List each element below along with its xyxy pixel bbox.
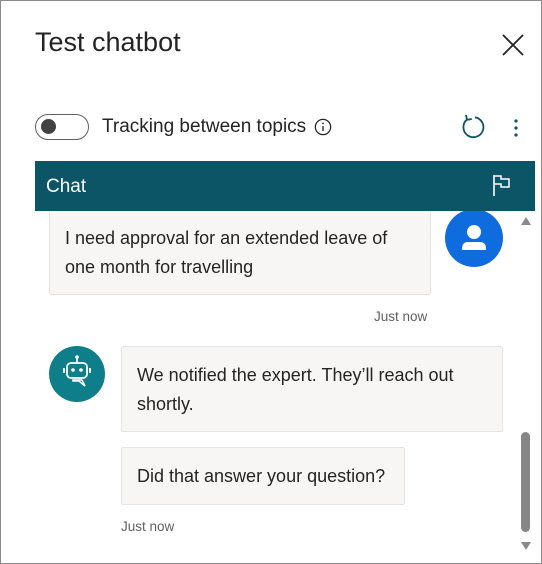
message-text: one month for travelling <box>65 257 254 277</box>
info-icon[interactable] <box>314 118 332 136</box>
user-avatar-icon <box>445 211 503 267</box>
bot-message-bubble: We notified the expert. They’ll reach ou… <box>121 346 503 432</box>
more-options-icon[interactable] <box>506 115 526 141</box>
flag-icon[interactable] <box>490 173 514 197</box>
chat-title: Chat <box>46 176 87 197</box>
message-text: We notified the expert. They’ll reach ou… <box>137 365 454 385</box>
tracking-toggle[interactable] <box>35 114 89 140</box>
scroll-down-arrow[interactable] <box>521 542 531 550</box>
user-message-bubble: I need approval for an extended leave of… <box>49 211 431 295</box>
panel-title: Test chatbot <box>35 27 181 57</box>
message-text: Did that answer your question? <box>137 466 386 486</box>
timestamp: Just now <box>374 309 428 324</box>
chat-header: Chat <box>35 161 535 211</box>
toggle-knob <box>41 119 56 134</box>
bot-avatar-icon <box>49 346 105 402</box>
message-text: shortly. <box>137 394 194 414</box>
message-text: I need approval for an extended leave of <box>65 228 388 248</box>
tracking-row: Tracking between topics <box>35 112 332 142</box>
scroll-thumb[interactable] <box>521 432 530 532</box>
test-chatbot-panel: Test chatbot Tracking between topics Cha… <box>0 0 542 564</box>
chat-scrollbar[interactable] <box>517 211 535 563</box>
tracking-label: Tracking between topics <box>102 116 307 137</box>
refresh-icon[interactable] <box>460 113 486 141</box>
bot-message-bubble: Did that answer your question? <box>121 447 405 505</box>
chat-body: I need approval for an extended leave of… <box>35 211 535 563</box>
close-icon[interactable] <box>499 31 527 59</box>
scroll-up-arrow[interactable] <box>521 217 531 225</box>
timestamp: Just now <box>121 519 175 534</box>
